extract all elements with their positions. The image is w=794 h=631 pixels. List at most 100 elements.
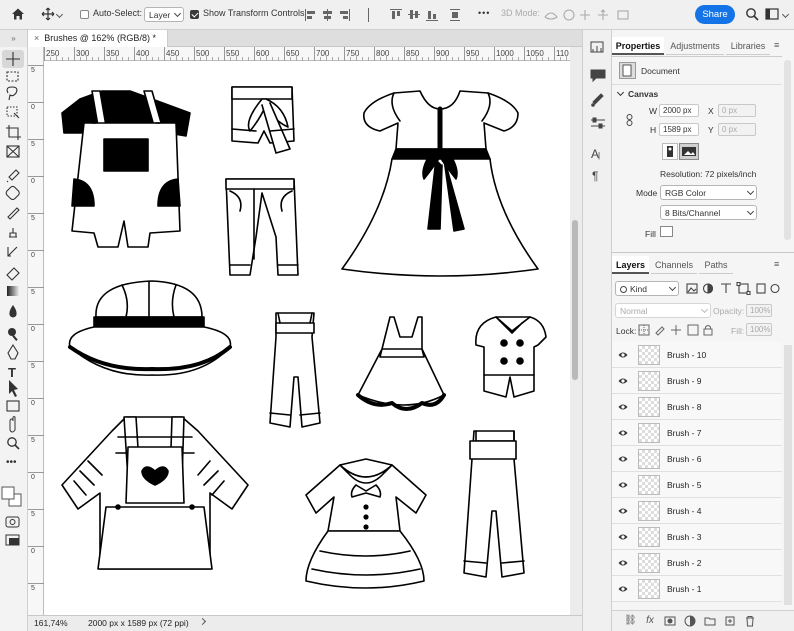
eye-icon[interactable] — [618, 532, 628, 542]
status-chevron-icon[interactable] — [198, 617, 207, 626]
eye-icon[interactable] — [618, 480, 628, 490]
width-input[interactable]: 2000 px — [659, 104, 699, 117]
layer-row[interactable]: Brush - 8 — [612, 394, 782, 420]
comments-icon[interactable] — [587, 64, 609, 84]
document-canvas[interactable] — [44, 61, 570, 615]
lock-icons[interactable] — [638, 324, 714, 336]
foreground-background-color[interactable] — [2, 487, 22, 507]
lasso-tool[interactable] — [5, 87, 21, 103]
layer-row[interactable]: Brush - 5 — [612, 472, 782, 498]
path-select-tool[interactable] — [5, 381, 21, 397]
delete-layer-icon[interactable] — [744, 615, 756, 627]
dodge-tool[interactable] — [5, 324, 21, 340]
blur-tool[interactable] — [5, 303, 21, 319]
chevron-down-icon[interactable] — [55, 10, 64, 19]
new-group-icon[interactable] — [704, 615, 716, 627]
marquee-tool[interactable] — [5, 70, 21, 86]
eye-icon[interactable] — [618, 506, 628, 516]
document-tab[interactable]: × Brushes @ 162% (RGB/8) * — [28, 30, 168, 47]
object-select-tool[interactable] — [5, 105, 21, 121]
tab-adjustments[interactable]: Adjustments — [666, 37, 724, 55]
eraser-tool[interactable] — [5, 266, 21, 282]
rectangle-tool[interactable] — [5, 399, 21, 415]
layer-row[interactable]: Brush - 1 — [612, 576, 782, 602]
tab-properties[interactable]: Properties — [612, 37, 664, 55]
eyedropper-tool[interactable] — [5, 167, 21, 183]
show-transform-checkbox[interactable] — [190, 10, 199, 19]
layer-row[interactable]: Brush - 10 — [612, 342, 782, 368]
layer-row[interactable]: Brush - 7 — [612, 420, 782, 446]
eye-icon[interactable] — [618, 584, 628, 594]
canvas-scrollbar-thumb[interactable] — [572, 220, 578, 380]
healing-brush-tool[interactable] — [5, 186, 21, 202]
clone-stamp-tool[interactable] — [5, 226, 21, 242]
layer-row[interactable]: Brush - 6 — [612, 446, 782, 472]
layers-scrollbar[interactable] — [784, 345, 792, 605]
adjustment-layer-icon[interactable] — [684, 615, 696, 627]
layer-row[interactable]: Brush - 2 — [612, 550, 782, 576]
eye-icon[interactable] — [618, 350, 628, 360]
opacity-input[interactable]: 100% — [746, 304, 772, 317]
workspace-icon[interactable] — [764, 7, 780, 23]
paragraph-icon[interactable] — [587, 166, 609, 186]
height-input[interactable]: 1589 px — [659, 123, 699, 136]
auto-select-dropdown[interactable]: Layer — [144, 7, 184, 22]
color-mode-dropdown[interactable]: RGB Color — [660, 185, 757, 200]
landscape-orientation-icon[interactable] — [679, 143, 699, 160]
adjust-sliders-icon[interactable] — [587, 114, 609, 134]
more-options-icon[interactable]: ••• — [478, 8, 490, 18]
bit-depth-dropdown[interactable]: 8 Bits/Channel — [660, 205, 757, 220]
tab-layers[interactable]: Layers — [612, 256, 649, 274]
frame-tool[interactable] — [5, 145, 21, 161]
zoom-tool[interactable] — [5, 435, 21, 451]
pen-tool[interactable] — [5, 344, 21, 360]
fill-swatch[interactable] — [660, 226, 673, 237]
move-tool[interactable] — [4, 50, 24, 68]
layers-menu-icon[interactable]: ≡ — [774, 259, 779, 269]
hand-tool[interactable] — [5, 419, 21, 435]
layer-row[interactable]: Brush - 3 — [612, 524, 782, 550]
screen-mode-icon[interactable] — [5, 533, 21, 549]
tab-channels[interactable]: Channels — [651, 256, 697, 274]
type-tool[interactable] — [5, 364, 21, 380]
quick-mask-icon[interactable] — [5, 515, 21, 531]
layer-row[interactable]: Brush - 4 — [612, 498, 782, 524]
portrait-orientation-icon[interactable] — [662, 143, 678, 160]
eye-icon[interactable] — [618, 376, 628, 386]
add-mask-icon[interactable] — [664, 615, 676, 627]
fx-icon[interactable]: fx — [644, 615, 656, 627]
share-button[interactable]: Share — [695, 5, 735, 24]
eye-icon[interactable] — [618, 402, 628, 412]
brush-tool[interactable] — [5, 206, 21, 222]
crop-tool[interactable] — [5, 125, 21, 141]
link-icon[interactable] — [625, 114, 634, 126]
blend-mode-dropdown[interactable]: Normal — [615, 303, 711, 318]
layer-filter-icons[interactable] — [686, 281, 782, 296]
new-layer-icon[interactable] — [724, 615, 736, 627]
brush-settings-icon[interactable] — [587, 90, 609, 110]
zoom-level[interactable]: 161,74% — [34, 618, 68, 628]
history-brush-tool[interactable] — [5, 245, 21, 261]
properties-scrollbar[interactable] — [784, 60, 791, 240]
gradient-tool[interactable] — [5, 284, 21, 300]
layer-filter-dropdown[interactable]: Kind — [615, 281, 679, 296]
eye-icon[interactable] — [618, 558, 628, 568]
eye-icon[interactable] — [618, 428, 628, 438]
toolbar-collapse-icon[interactable]: » — [0, 30, 28, 47]
fill-opacity-input[interactable]: 100% — [746, 323, 772, 336]
x-input[interactable]: 0 px — [718, 104, 756, 117]
more-tools-icon[interactable] — [5, 454, 21, 470]
tab-paths[interactable]: Paths — [699, 256, 733, 274]
home-icon[interactable] — [10, 7, 26, 23]
tab-libraries[interactable]: Libraries — [726, 37, 770, 55]
link-layers-icon[interactable]: ⛓ — [624, 615, 637, 627]
layer-row[interactable]: Brush - 9 — [612, 368, 782, 394]
close-tab-icon[interactable]: × — [34, 33, 39, 43]
auto-select-checkbox[interactable] — [80, 10, 89, 19]
eye-icon[interactable] — [618, 454, 628, 464]
search-icon[interactable] — [744, 7, 760, 23]
histogram-icon[interactable] — [587, 36, 609, 56]
workspace-chevron-icon[interactable] — [781, 10, 790, 19]
y-input[interactable]: 0 px — [718, 123, 756, 136]
character-icon[interactable] — [587, 144, 609, 164]
